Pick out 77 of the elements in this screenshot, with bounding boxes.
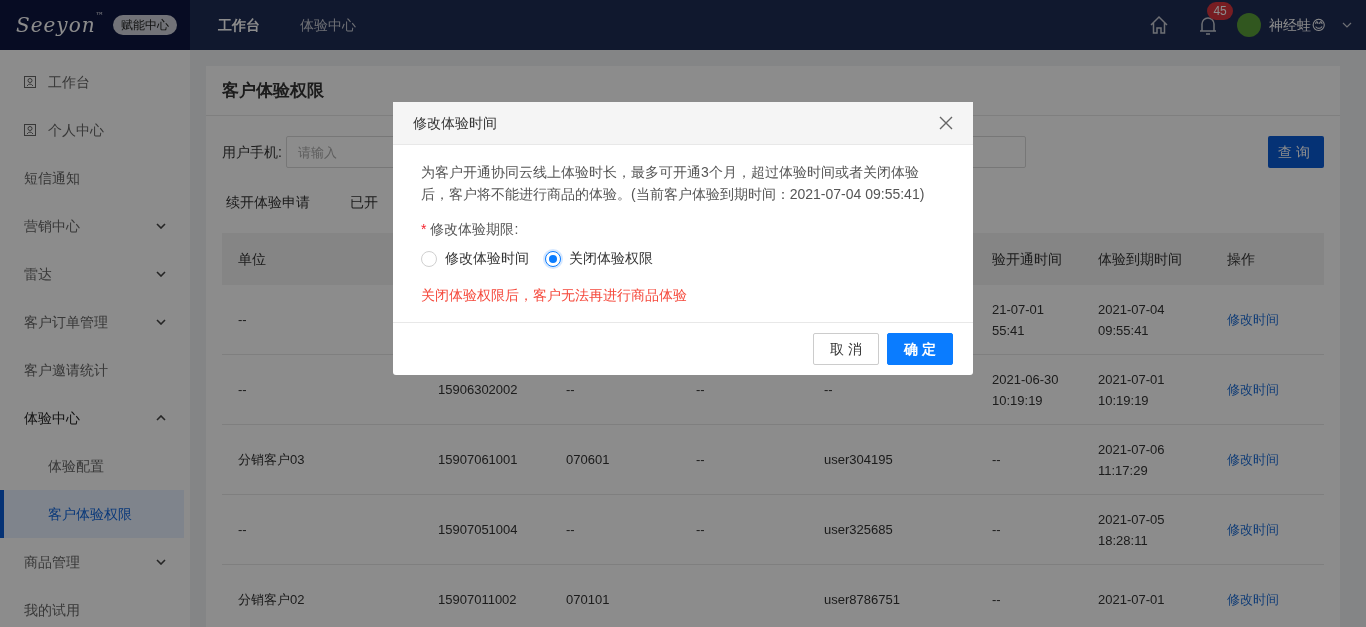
table-cell-text: -- (696, 521, 705, 539)
home-icon[interactable] (1149, 15, 1170, 35)
table-cell-text: 2021-07-01 (1098, 591, 1165, 609)
sidebar-item[interactable]: 我的试用 (0, 586, 190, 627)
notification-count: 45 (1207, 2, 1233, 21)
column-header: 验开通时间 (992, 249, 1062, 269)
edit-time-link[interactable]: 修改时间 (1227, 519, 1279, 540)
table-cell-text: 2021-07-01 10:19:19 (1098, 370, 1165, 410)
sidebar-item[interactable]: 工作台 (0, 58, 190, 106)
sidebar-item[interactable]: 客户订单管理 (0, 298, 190, 346)
table-cell-text: 15907011002 (438, 591, 517, 609)
contact-card-icon (24, 124, 36, 136)
sidebar-item[interactable]: 雷达 (0, 250, 190, 298)
sidebar-item[interactable]: 营销中心 (0, 202, 190, 250)
user-name[interactable]: 神经蛙😊 (1269, 14, 1326, 36)
chevron-down-icon[interactable] (1342, 22, 1352, 28)
radio-label[interactable]: 修改体验时间 (445, 248, 529, 269)
table-cell-text: 15907051004 (438, 521, 518, 539)
table-cell-text: -- (566, 521, 575, 539)
sidebar-subitem[interactable]: 客户体验权限 (0, 490, 184, 538)
edit-time-link[interactable]: 修改时间 (1227, 309, 1279, 330)
table-cell-text: -- (824, 381, 833, 399)
table-cell-text: -- (238, 381, 247, 399)
table-cell-text: 2021-06-30 10:19:19 (992, 370, 1059, 410)
table-cell-text: 070601 (566, 451, 610, 469)
column-header: 单位 (238, 249, 266, 269)
table-cell-text: -- (696, 381, 705, 399)
table-cell-text: 2021-07-04 09:55:41 (1098, 300, 1165, 340)
table-cell-text: -- (238, 311, 247, 329)
table-cell-text: 15906302002 (438, 381, 518, 399)
close-icon[interactable] (939, 116, 953, 130)
logo[interactable]: Seeyon™ (16, 10, 105, 40)
sidebar-item[interactable]: 客户邀请统计 (0, 346, 190, 394)
bell-icon[interactable] (1199, 15, 1218, 36)
logo-badge: 赋能中心 (112, 15, 177, 35)
table-cell-text: -- (992, 451, 1001, 469)
sidebar-subitem[interactable]: 体验配置 (0, 442, 184, 490)
table-cell-text: 分销客户03 (238, 451, 305, 469)
table-cell-text: 2021-07-05 18:28:11 (1098, 510, 1165, 550)
table-cell-text: -- (696, 451, 705, 469)
tab[interactable]: 续开体验申请 (206, 191, 330, 213)
sidebar-item[interactable]: 体验中心 (0, 394, 190, 442)
table-cell-text: -- (566, 381, 575, 399)
column-header: 体验到期时间 (1098, 249, 1182, 269)
nav-tab[interactable]: 工作台 (198, 14, 280, 36)
table-cell-text: -- (992, 591, 1001, 609)
table-cell-text: user325685 (824, 521, 893, 539)
nav-tab[interactable]: 体验中心 (280, 14, 376, 36)
column-header: 操作 (1227, 249, 1255, 269)
required-mark: * (421, 221, 427, 237)
table-cell-text: 2021-07-06 11:17:29 (1098, 440, 1165, 480)
table-cell-text: user304195 (824, 451, 893, 469)
table-cell-text: -- (992, 521, 1001, 539)
dialog-description: 为客户开通协同云线上体验时长，最多可开通3个月，超过体验时间或者关闭体验后，客户将不能进行商品的体验。(当前客户体验到期时间：2021-07-04 09:55:41) (421, 163, 926, 204)
avatar[interactable] (1237, 13, 1262, 37)
edit-time-link[interactable]: 修改时间 (1227, 379, 1279, 400)
table-cell-text: 15907061001 (438, 451, 518, 469)
table-cell-text: 21-07-01 55:41 (992, 300, 1045, 340)
table-cell-text: 分销客户02 (238, 591, 305, 609)
sidebar-item[interactable]: 短信通知 (0, 154, 190, 202)
search-button[interactable]: 查询 (1268, 136, 1324, 168)
contact-card-icon (24, 76, 36, 88)
field-label: 修改体验期限: (430, 221, 519, 237)
radio-label[interactable]: 关闭体验权限 (569, 248, 653, 269)
sidebar-item[interactable]: 商品管理 (0, 538, 190, 586)
dialog-title: 修改体验时间 (413, 113, 497, 133)
warning-text: 关闭体验权限后，客户无法再进行商品体验 (421, 286, 688, 305)
sidebar-item[interactable]: 个人中心 (0, 106, 190, 154)
edit-time-link[interactable]: 修改时间 (1227, 449, 1279, 470)
filter-label: 用户手机: (222, 142, 282, 162)
table-cell-text: user8786751 (824, 591, 900, 609)
cancel-button[interactable]: 取消 (813, 333, 879, 365)
edit-time-link[interactable]: 修改时间 (1227, 589, 1279, 610)
confirm-button[interactable]: 确定 (887, 333, 953, 365)
radio-button[interactable] (545, 250, 561, 267)
table-cell-text: 070101 (566, 591, 610, 609)
table-cell-text: -- (238, 521, 247, 539)
